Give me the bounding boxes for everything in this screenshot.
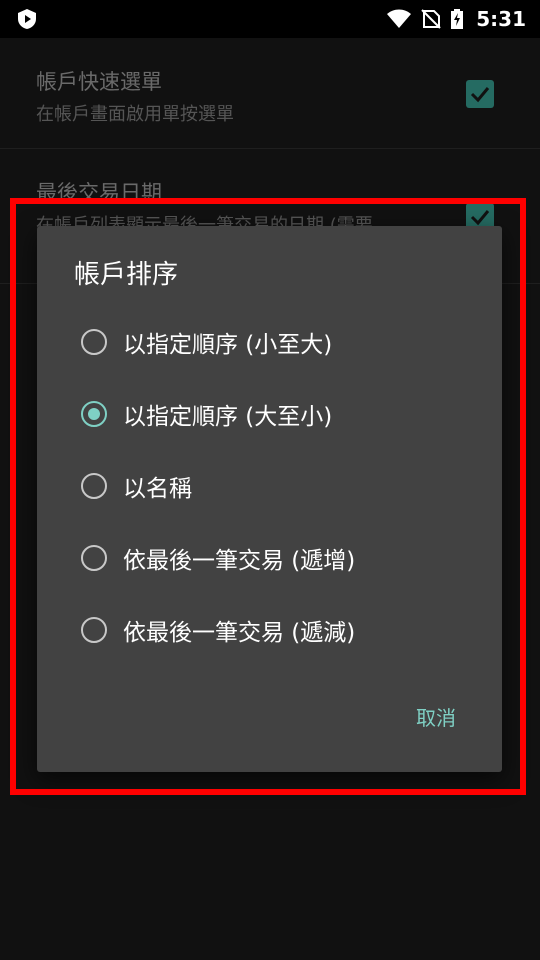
sort-option-custom-descending[interactable]: 以指定順序 (大至小) bbox=[37, 384, 502, 444]
option-label: 依最後一筆交易 (遞增) bbox=[123, 548, 356, 574]
pref-title: 帳戶快速選單 bbox=[36, 70, 162, 94]
option-label: 依最後一筆交易 (遞減) bbox=[123, 620, 356, 646]
radio-button[interactable] bbox=[81, 329, 107, 355]
sort-option-by-name[interactable]: 以名稱 bbox=[37, 456, 502, 516]
pref-checkbox[interactable] bbox=[466, 80, 494, 108]
option-label: 以指定順序 (大至小) bbox=[123, 404, 333, 430]
pref-title: 最後交易日期 bbox=[36, 181, 162, 205]
status-bar: 5:31 bbox=[0, 0, 540, 38]
check-icon bbox=[470, 210, 490, 226]
radio-button[interactable] bbox=[81, 617, 107, 643]
pref-summary: 在帳戶畫面啟用單按選單 bbox=[36, 104, 234, 125]
wifi-icon bbox=[387, 9, 412, 28]
dialog-title: 帳戶排序 bbox=[74, 260, 179, 290]
radio-button-selected[interactable] bbox=[81, 401, 107, 427]
option-label: 以名稱 bbox=[123, 476, 192, 502]
radio-button[interactable] bbox=[81, 473, 107, 499]
radio-button[interactable] bbox=[81, 545, 107, 571]
sort-option-last-transaction-asc[interactable]: 依最後一筆交易 (遞增) bbox=[37, 528, 502, 588]
option-label: 以指定順序 (小至大) bbox=[123, 332, 333, 358]
sort-option-custom-ascending[interactable]: 以指定順序 (小至大) bbox=[37, 312, 502, 372]
cancel-button[interactable]: 取消 bbox=[397, 696, 475, 740]
app-shield-icon bbox=[18, 9, 36, 29]
check-icon bbox=[470, 87, 490, 103]
clock-time: 5:31 bbox=[476, 7, 526, 31]
account-sort-dialog: 帳戶排序 以指定順序 (小至大) 以指定順序 (大至小) 以名稱 依最後一筆交易… bbox=[37, 226, 502, 772]
pref-account-quick-menu[interactable]: 帳戶快速選單 在帳戶畫面啟用單按選單 bbox=[0, 38, 540, 149]
no-sim-icon bbox=[421, 9, 441, 29]
battery-charging-icon bbox=[451, 9, 464, 29]
sort-option-last-transaction-desc[interactable]: 依最後一筆交易 (遞減) bbox=[37, 600, 502, 660]
